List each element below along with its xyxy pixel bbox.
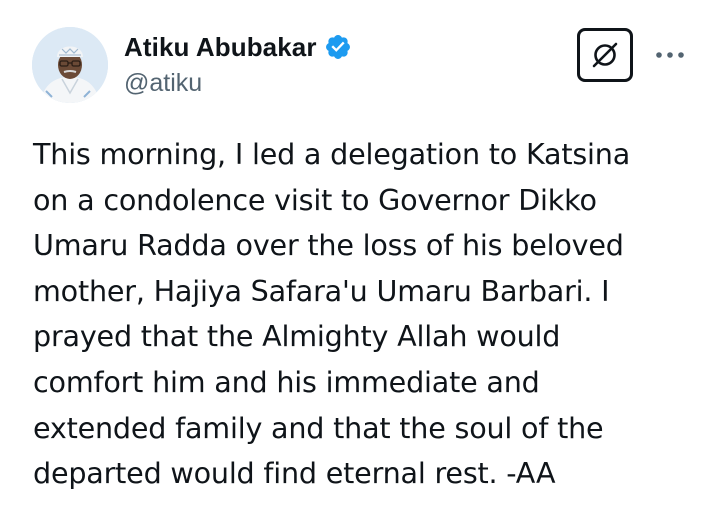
- tweet-card: Atiku Abubakar @atiku This morning, I le…: [0, 0, 720, 511]
- verified-badge-icon[interactable]: [324, 33, 352, 61]
- grok-button[interactable]: [577, 28, 633, 82]
- grok-icon: [592, 42, 618, 68]
- author-handle[interactable]: @atiku: [124, 69, 202, 98]
- more-options-icon: [656, 52, 684, 58]
- author-name-row: Atiku Abubakar: [124, 31, 352, 63]
- avatar[interactable]: [32, 27, 108, 103]
- more-options-button[interactable]: [653, 40, 687, 70]
- tweet-text: This morning, I led a delegation to Kats…: [33, 137, 631, 491]
- avatar-image: [32, 27, 108, 103]
- author-display-name[interactable]: Atiku Abubakar: [124, 32, 317, 63]
